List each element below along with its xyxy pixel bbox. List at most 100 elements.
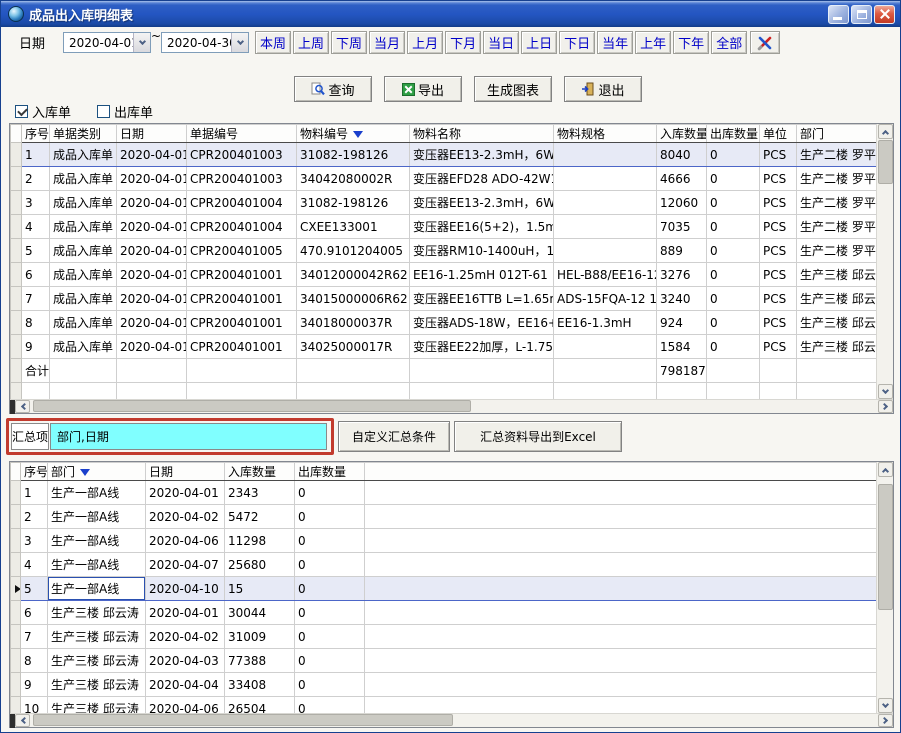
table-cell[interactable]: 2020-04-07 [146, 553, 225, 577]
table-cell[interactable]: 成品入库单 [50, 215, 117, 239]
table-cell[interactable]: CPR200401004 [187, 215, 297, 239]
table-cell[interactable]: 2020-04-02 [146, 505, 225, 529]
table-cell[interactable]: 成品入库单 [50, 167, 117, 191]
table-cell[interactable]: 生产三楼 邱云涛 [797, 335, 877, 359]
row-selector[interactable] [11, 577, 21, 601]
scrollbar-thumb[interactable] [878, 484, 893, 610]
table-cell[interactable] [554, 215, 657, 239]
row-selector[interactable] [11, 625, 21, 649]
row-selector[interactable] [11, 553, 21, 577]
row-selector[interactable] [11, 215, 22, 239]
table-cell[interactable]: ADS-15FQA-12 12 [554, 287, 657, 311]
quick-range-button[interactable]: 上日 [521, 31, 557, 54]
table-cell[interactable]: 成品入库单 [50, 335, 117, 359]
table-cell[interactable]: CPR200401003 [187, 167, 297, 191]
row-selector[interactable] [11, 481, 21, 505]
close-button[interactable] [874, 5, 895, 24]
table-cell[interactable]: 34018000037R [297, 311, 410, 335]
row-selector[interactable] [11, 143, 22, 167]
table-row[interactable]: 8成品入库单2020-04-01CPR20040100134018000037R… [11, 311, 877, 335]
quick-range-button[interactable]: 当年 [597, 31, 633, 54]
table-cell[interactable]: 8040 [657, 143, 707, 167]
table-cell[interactable]: 成品入库单 [50, 239, 117, 263]
column-header[interactable]: 入库数量 [657, 125, 707, 143]
table-cell[interactable]: 0 [295, 649, 365, 673]
table-cell[interactable]: 1 [21, 481, 48, 505]
quick-range-button[interactable]: 当日 [483, 31, 519, 54]
table-cell[interactable]: 4666 [657, 167, 707, 191]
table-cell[interactable]: CPR200401004 [187, 191, 297, 215]
quick-range-button[interactable]: 下日 [559, 31, 595, 54]
detail-horizontal-scrollbar[interactable] [10, 399, 893, 413]
quick-range-button[interactable]: 下周 [331, 31, 367, 54]
summary-horizontal-scrollbar[interactable] [10, 713, 893, 727]
table-cell[interactable]: 0 [295, 481, 365, 505]
table-row[interactable]: 4生产一部A线2020-04-07256800 [11, 553, 877, 577]
table-cell[interactable]: 变压器EE16TTB L=1.65mH [410, 287, 554, 311]
quick-range-button[interactable]: 本周 [255, 31, 291, 54]
table-cell[interactable]: 0 [295, 553, 365, 577]
column-header[interactable]: 部门 [797, 125, 877, 143]
table-cell[interactable]: 2020-04-01 [117, 263, 187, 287]
quick-range-button[interactable]: 下年 [673, 31, 709, 54]
row-selector[interactable] [11, 505, 21, 529]
table-cell[interactable]: 生产二楼 罗平 [797, 191, 877, 215]
scrollbar-track[interactable] [30, 714, 878, 727]
table-cell[interactable]: CPR200401001 [187, 287, 297, 311]
table-cell[interactable]: 变压器EE16(5+2)，1.5mH [410, 215, 554, 239]
table-cell[interactable]: 生产三楼 邱云涛 [48, 673, 146, 697]
table-cell[interactable]: 2020-04-01 [117, 215, 187, 239]
table-cell[interactable]: 2020-04-01 [117, 335, 187, 359]
table-cell[interactable]: EE16-1.25mH 012T-61 [410, 263, 554, 287]
table-row[interactable]: 9成品入库单2020-04-01CPR20040100134025000017R… [11, 335, 877, 359]
row-selector[interactable] [11, 263, 22, 287]
table-cell[interactable]: 0 [707, 263, 760, 287]
scroll-right-button[interactable] [878, 400, 893, 413]
row-selector[interactable] [11, 239, 22, 263]
table-cell[interactable]: 生产二楼 罗平 [797, 143, 877, 167]
table-cell[interactable]: CPR200401005 [187, 239, 297, 263]
table-cell[interactable]: 15 [225, 577, 295, 601]
table-cell[interactable]: 12060 [657, 191, 707, 215]
custom-summary-condition-button[interactable]: 自定义汇总条件 [338, 421, 450, 452]
outbound-checkbox[interactable] [97, 105, 110, 118]
inbound-filter[interactable]: 入库单 [15, 102, 71, 121]
table-cell[interactable]: 0 [707, 311, 760, 335]
table-cell[interactable] [554, 143, 657, 167]
table-cell[interactable]: 变压器EE13-2.3mH，6W， [410, 143, 554, 167]
minimize-button[interactable] [828, 5, 849, 24]
column-header[interactable]: 日期 [146, 463, 225, 481]
table-cell[interactable]: 4 [22, 215, 50, 239]
table-cell[interactable]: 生产一部A线 [48, 529, 146, 553]
outbound-filter[interactable]: 出库单 [97, 102, 153, 121]
date-to-dropdown-button[interactable] [231, 33, 248, 52]
table-cell[interactable]: 1 [22, 143, 50, 167]
table-cell[interactable]: CPR200401001 [187, 335, 297, 359]
table-cell[interactable]: 2 [22, 167, 50, 191]
scroll-up-button[interactable] [878, 124, 893, 139]
table-cell[interactable]: 0 [707, 167, 760, 191]
row-selector[interactable] [11, 335, 22, 359]
table-cell[interactable]: 2020-04-06 [146, 697, 225, 714]
table-cell[interactable]: 31082-198126 [297, 143, 410, 167]
table-cell[interactable]: 生产一部A线 [48, 505, 146, 529]
table-cell[interactable]: 生产二楼 罗平 [797, 215, 877, 239]
table-cell[interactable]: 0 [295, 625, 365, 649]
table-cell[interactable]: 77388 [225, 649, 295, 673]
column-header[interactable]: 日期 [117, 125, 187, 143]
scroll-up-button[interactable] [878, 462, 893, 477]
table-cell[interactable]: 成品入库单 [50, 287, 117, 311]
scrollbar-track[interactable] [30, 400, 878, 413]
table-cell[interactable]: 3 [22, 191, 50, 215]
table-cell[interactable]: 生产三楼 邱云涛 [48, 625, 146, 649]
inbound-checkbox[interactable] [15, 105, 28, 118]
table-cell[interactable]: 成品入库单 [50, 143, 117, 167]
scroll-right-button[interactable] [878, 714, 893, 727]
table-cell[interactable]: PCS [760, 335, 797, 359]
table-cell[interactable]: 0 [707, 335, 760, 359]
scroll-left-button[interactable] [15, 714, 30, 727]
quick-range-button[interactable]: 上年 [635, 31, 671, 54]
table-cell[interactable]: 生产三楼 邱云涛 [797, 311, 877, 335]
table-cell[interactable]: 2020-04-01 [146, 481, 225, 505]
quick-range-button[interactable]: 下月 [445, 31, 481, 54]
